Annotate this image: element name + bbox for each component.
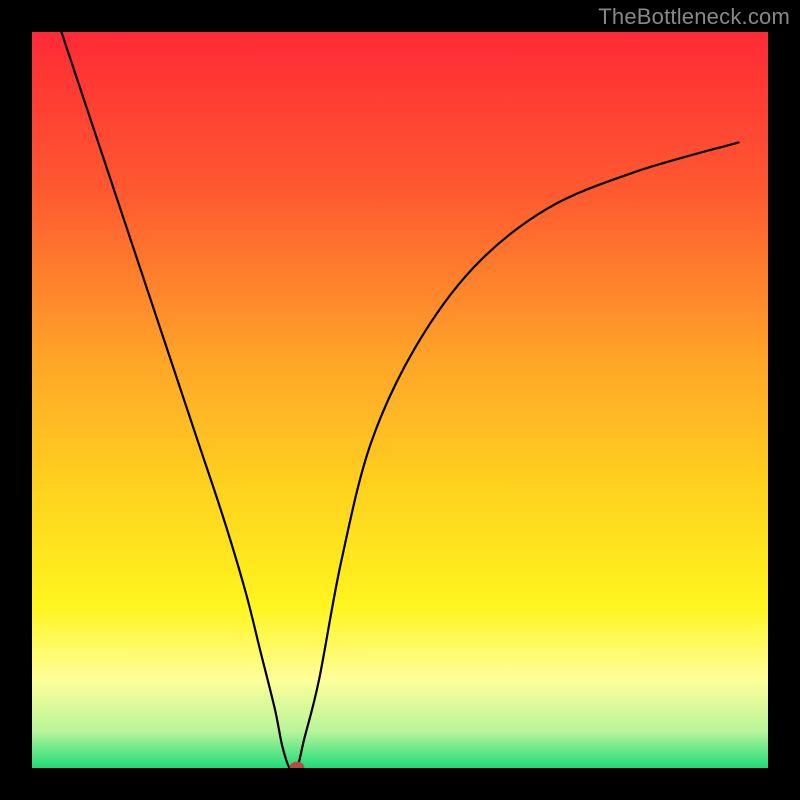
- plot-area: [32, 32, 768, 768]
- watermark-text: TheBottleneck.com: [598, 4, 790, 30]
- chart-frame: TheBottleneck.com: [0, 0, 800, 800]
- chart-svg: [32, 32, 768, 768]
- gradient-background: [32, 32, 768, 768]
